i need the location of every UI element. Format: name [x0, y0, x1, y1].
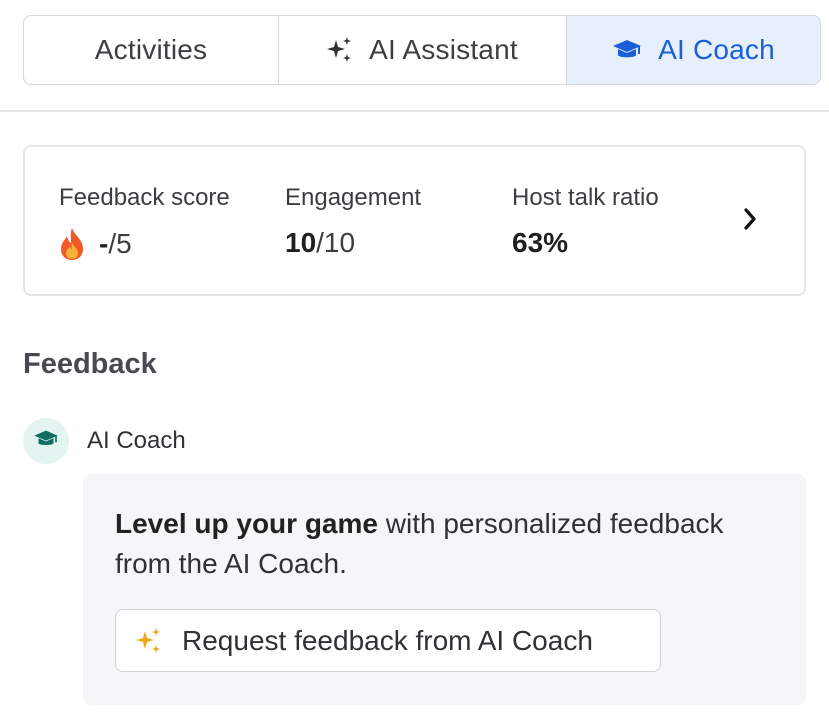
tab-ai-assistant[interactable]: AI Assistant [278, 16, 566, 84]
chevron-right-icon [743, 207, 757, 235]
engagement-value: 10 /10 [285, 227, 421, 259]
engagement-label: Engagement [285, 184, 422, 211]
feedback-score-label: Feedback score [59, 184, 230, 211]
tab-activities-label: Activities [94, 34, 208, 65]
tab-activities[interactable]: Activities [24, 16, 278, 84]
fire-icon [59, 227, 85, 261]
sparkles-icon [327, 36, 353, 64]
engagement-stat: Engagement 10 /10 [285, 183, 421, 259]
tab-bar: Activities AI Assistant AI Coach [23, 15, 821, 85]
feedback-panel: Level up your game with personalized fee… [83, 474, 806, 705]
feedback-score-stat: Feedback score - /5 [59, 183, 230, 261]
tab-ai-assistant-label: AI Assistant [369, 34, 518, 65]
host-talk-ratio-value: 63% [512, 227, 659, 259]
graduation-cap-icon [612, 38, 642, 62]
graduation-cap-icon [33, 429, 59, 454]
host-talk-ratio-label: Host talk ratio [512, 184, 659, 211]
feedback-score-number: - [99, 228, 109, 259]
feedback-score-value: - /5 [59, 227, 230, 261]
engagement-suffix: /10 [316, 227, 356, 258]
tab-ai-coach[interactable]: AI Coach [566, 16, 820, 84]
stats-details-button[interactable] [738, 207, 762, 235]
feedback-message-strong: Level up your game [115, 508, 378, 539]
engagement-number: 10 [285, 227, 317, 258]
host-talk-ratio-number: 63% [512, 227, 569, 258]
host-talk-ratio-stat: Host talk ratio 63% [512, 183, 659, 259]
feedback-message: Level up your game with personalized fee… [115, 504, 785, 584]
feedback-section-title: Feedback [23, 348, 157, 380]
feedback-author: AI Coach [23, 418, 186, 464]
avatar [23, 418, 69, 464]
tab-ai-coach-label: AI Coach [658, 34, 775, 65]
sparkles-icon [136, 627, 162, 655]
feedback-score-suffix: /5 [108, 228, 132, 259]
section-divider [0, 110, 829, 112]
stats-card[interactable]: Feedback score - /5 Engagement 10 /10 Ho… [23, 145, 806, 296]
request-feedback-button[interactable]: Request feedback from AI Coach [115, 609, 661, 672]
author-name: AI Coach [87, 427, 186, 454]
request-feedback-label: Request feedback from AI Coach [182, 624, 593, 656]
